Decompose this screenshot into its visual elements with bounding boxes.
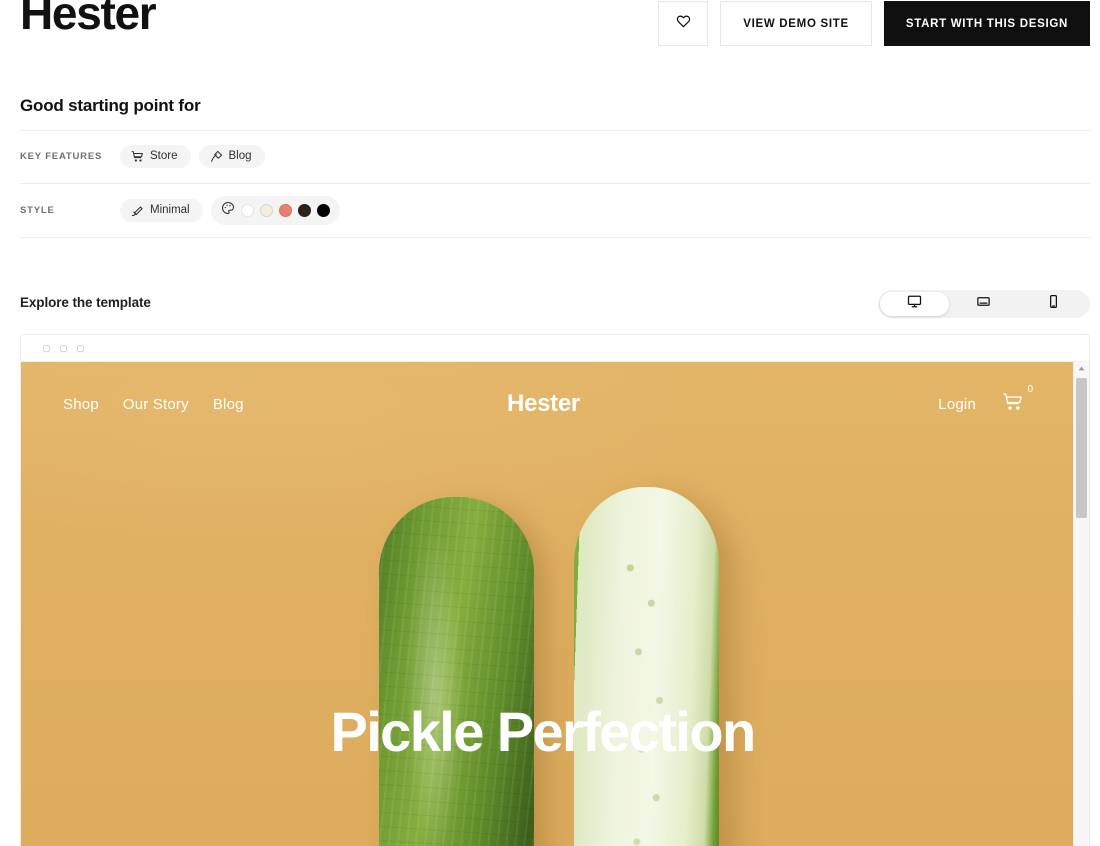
device-preview-toggle: [878, 290, 1090, 318]
preview-vertical-scrollbar[interactable]: [1073, 362, 1089, 846]
template-preview-frame: Shop Our Story Blog Hester Login 0 Pickl…: [20, 334, 1090, 846]
preview-nav-right: Login 0: [938, 384, 1033, 418]
palette-swatch: [240, 203, 254, 217]
divider: [20, 183, 1090, 184]
divider: [20, 130, 1090, 131]
pen-icon: [210, 150, 223, 163]
tablet-icon: [976, 294, 991, 314]
chrome-dot: [77, 344, 84, 352]
palette-icon: [221, 201, 235, 220]
heart-icon: [675, 13, 692, 34]
top-bar: Hester VIEW DEMO SITE START WITH THIS DE…: [0, 0, 1100, 48]
monitor-icon: [907, 294, 922, 314]
chevron-up-icon: [1077, 360, 1086, 378]
device-toggle-tablet[interactable]: [949, 292, 1018, 316]
preview-site-nav: Shop Our Story Blog Hester Login 0: [21, 362, 1066, 446]
chrome-dot: [60, 344, 67, 352]
preview-cart-button[interactable]: 0: [1002, 384, 1033, 418]
scrollbar-thumb[interactable]: [1076, 378, 1087, 518]
palette-swatch: [316, 203, 330, 217]
start-with-this-design-button[interactable]: START WITH THIS DESIGN: [883, 1, 1090, 46]
chrome-dot: [43, 344, 50, 352]
color-palette-swatches[interactable]: [210, 195, 340, 225]
starting-point-title: Good starting point for: [20, 96, 201, 115]
view-demo-site-button[interactable]: VIEW DEMO SITE: [720, 1, 872, 46]
scroll-up-button[interactable]: [1074, 362, 1089, 376]
key-features-label: KEY FEATURES: [20, 150, 103, 162]
paintbrush-icon: [131, 204, 144, 217]
palette-swatch: [259, 203, 273, 217]
device-toggle-mobile[interactable]: [1019, 292, 1088, 316]
preview-nav-link-blog[interactable]: Blog: [213, 396, 244, 413]
top-bar-actions: VIEW DEMO SITE START WITH THIS DESIGN: [658, 1, 1090, 46]
feature-chip-label: Store: [150, 150, 178, 162]
feature-chip-blog[interactable]: Blog: [198, 144, 265, 168]
cucumber-whole-image: [379, 497, 534, 846]
explore-template-label: Explore the template: [20, 295, 151, 310]
preview-cart-count: 0: [1027, 383, 1033, 395]
browser-chrome-bar: [21, 335, 1089, 362]
template-detail-page: Hester VIEW DEMO SITE START WITH THIS DE…: [0, 0, 1100, 846]
style-chip-minimal[interactable]: Minimal: [120, 198, 203, 222]
page-title: Hester: [20, 0, 157, 39]
preview-nav-link-our-story[interactable]: Our Story: [123, 396, 189, 413]
preview-login-link[interactable]: Login: [938, 396, 976, 413]
palette-swatch: [278, 203, 292, 217]
style-chip-label: Minimal: [150, 204, 190, 216]
phone-icon: [1046, 294, 1061, 314]
preview-hero-title: Pickle Perfection: [330, 700, 756, 763]
preview-nav-link-shop[interactable]: Shop: [63, 396, 99, 413]
device-toggle-desktop[interactable]: [880, 292, 950, 316]
cucumber-sliced-image: [574, 487, 719, 846]
shopping-cart-icon: [1002, 392, 1024, 417]
feature-chip-label: Blog: [228, 150, 252, 162]
preview-nav-links: Shop Our Story Blog: [63, 396, 244, 413]
favorite-button[interactable]: [658, 1, 709, 46]
palette-swatch: [297, 203, 311, 217]
preview-viewport: Shop Our Story Blog Hester Login 0 Pickl…: [21, 362, 1089, 846]
shopping-cart-icon: [131, 150, 144, 163]
key-features-row: KEY FEATURES Store Blog: [20, 143, 273, 169]
style-row: STYLE Minimal: [20, 195, 340, 225]
style-label: STYLE: [20, 204, 55, 216]
feature-chip-store[interactable]: Store: [120, 144, 191, 168]
divider: [20, 237, 1090, 238]
